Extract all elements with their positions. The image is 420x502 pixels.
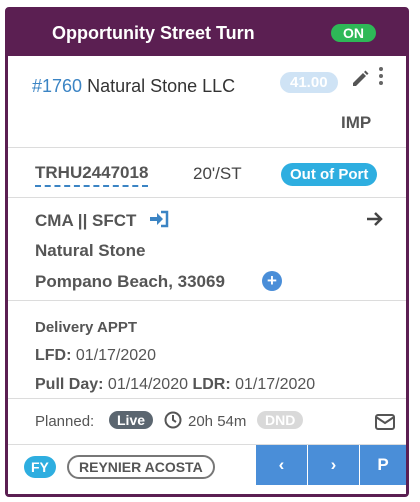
- add-plus-icon[interactable]: +: [262, 271, 282, 291]
- edit-pencil-icon[interactable]: [350, 68, 370, 93]
- live-badge: Live: [109, 411, 154, 429]
- more-options-icon[interactable]: [379, 67, 383, 88]
- container-status-badge: Out of Port: [281, 163, 378, 186]
- on-toggle[interactable]: ON: [331, 24, 376, 42]
- mail-icon[interactable]: [375, 414, 395, 435]
- delivery-appt-label: Delivery APPT: [35, 319, 137, 336]
- pull-day-value: 01/14/2020: [107, 376, 188, 393]
- lfd-label: LFD:: [35, 347, 72, 364]
- location-name: Natural Stone: [35, 241, 146, 260]
- prev-button[interactable]: ‹: [256, 445, 307, 485]
- order-section: #1760 Natural Stone LLC 41.00 IMP: [8, 56, 406, 148]
- ldr-label: LDR:: [192, 376, 231, 393]
- location-city: Pompano Beach, 33069: [35, 272, 225, 291]
- opportunity-card: Opportunity Street Turn ON #1760 Natural…: [5, 7, 409, 497]
- rate-badge: 41.00: [280, 72, 338, 93]
- status-row: Planned: Live 20h 54m DND: [8, 399, 406, 445]
- p-button[interactable]: P: [360, 445, 406, 485]
- dates-section: Delivery APPT LFD: 01/17/2020 Pull Day: …: [8, 301, 406, 399]
- card-title: Opportunity Street Turn: [52, 23, 255, 43]
- assigned-user-pill[interactable]: REYNIER ACOSTA: [67, 455, 215, 479]
- card-header: Opportunity Street Turn ON: [8, 10, 406, 56]
- card-footer: FY REYNIER ACOSTA ‹ › P: [8, 445, 406, 494]
- timer-value: 20h 54m: [188, 413, 247, 430]
- next-button[interactable]: ›: [308, 445, 359, 485]
- planned-label: Planned:: [35, 413, 95, 430]
- container-id-link[interactable]: TRHU2447018: [35, 163, 149, 187]
- sign-in-icon: [149, 210, 169, 233]
- dnd-badge[interactable]: DND: [257, 411, 304, 429]
- order-type: IMP: [341, 113, 372, 132]
- container-section: TRHU2447018 20'/ST Out of Port: [8, 148, 406, 198]
- arrow-right-icon[interactable]: [365, 209, 385, 234]
- pull-day-label: Pull Day:: [35, 376, 104, 393]
- clock-icon: [164, 411, 182, 434]
- lfd-value: 01/17/2020: [75, 347, 156, 364]
- route-section: CMA || SFCT Natural Stone Pompano Beach,…: [8, 198, 406, 301]
- fy-badge: FY: [24, 456, 56, 478]
- ldr-value: 01/17/2020: [235, 376, 316, 393]
- order-number-link[interactable]: #1760: [32, 76, 82, 96]
- customer-name: Natural Stone LLC: [87, 76, 236, 96]
- carrier-terminal: CMA || SFCT: [35, 211, 137, 230]
- container-size: 20'/ST: [193, 164, 242, 183]
